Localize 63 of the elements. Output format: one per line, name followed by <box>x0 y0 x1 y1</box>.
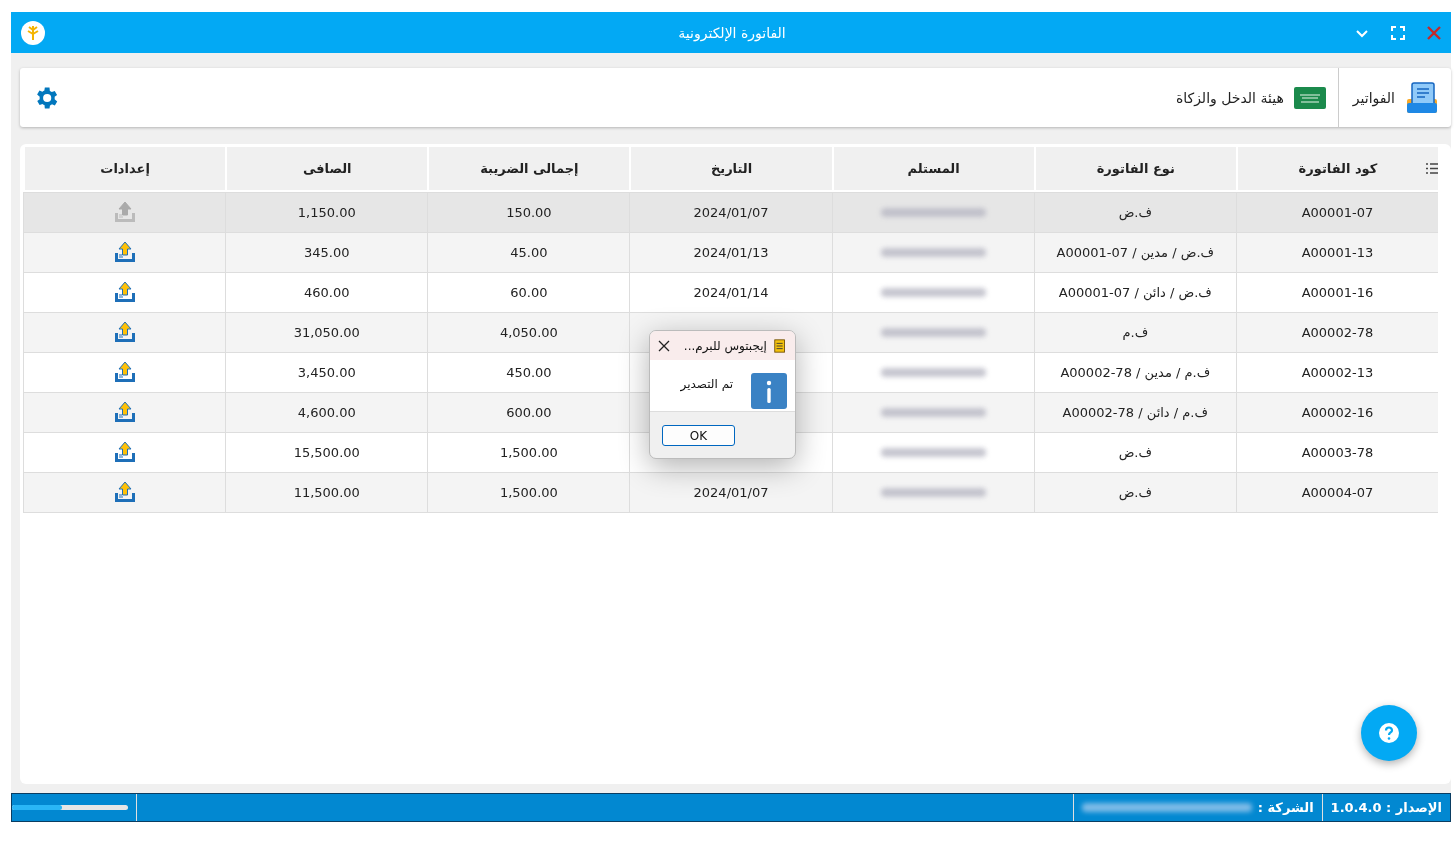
flag-icon <box>1293 86 1326 109</box>
table-cell: 1,500.00 <box>427 472 630 512</box>
table-cell: 45.00 <box>427 232 630 272</box>
table-cell: 150.00 <box>427 192 630 232</box>
table-cell: A00002-13 <box>1235 352 1438 392</box>
close-icon <box>657 339 670 352</box>
table-cell: ف.ض <box>1033 472 1236 512</box>
help-icon <box>1378 722 1400 744</box>
column-header[interactable]: إعدادات <box>23 147 226 192</box>
company-label: الشركة : <box>1072 794 1322 821</box>
table-cell: 2024/01/14 <box>629 272 832 312</box>
app-logo <box>21 20 45 45</box>
close-icon <box>1426 24 1442 41</box>
column-menu-icon[interactable] <box>1426 163 1438 174</box>
maximize-button[interactable] <box>1389 23 1407 42</box>
column-header[interactable]: المستلم <box>831 147 1034 192</box>
dialog-message: تم التصدير <box>680 377 733 391</box>
table-cell: ف.ض <box>1033 432 1236 472</box>
table-cell: A00001-07 <box>1235 192 1438 232</box>
ok-button[interactable]: OK <box>662 425 735 446</box>
table-cell: 31,050.00 <box>225 312 428 352</box>
table-cell: 600.00 <box>427 392 630 432</box>
window-title: الفاتورة الإلكترونية <box>677 24 787 41</box>
column-header[interactable]: نوع الفاتورة <box>1033 147 1236 192</box>
nav-item[interactable]: هيئة الدخل والزكاة <box>1161 68 1338 127</box>
table-cell: A00001-16 <box>1235 272 1438 312</box>
nav-item[interactable]: الفواتير <box>1337 68 1451 127</box>
table-cell: 60.00 <box>427 272 630 312</box>
table-cell: 2024/01/07 <box>629 192 832 232</box>
table-cell: 3,450.00 <box>225 352 428 392</box>
table-cell: A00002-78 <box>1235 312 1438 352</box>
table-cell: 460.00 <box>225 272 428 312</box>
table-cell: 450.00 <box>427 352 630 392</box>
table-cell: ف.م / مدين / A00002-78 <box>1033 352 1236 392</box>
column-header[interactable]: الصافى <box>225 147 428 192</box>
table-cell: 4,600.00 <box>225 392 428 432</box>
table-cell: A00004-07 <box>1235 472 1438 512</box>
table-cell: ف.م <box>1033 312 1236 352</box>
column-header[interactable]: التاريخ <box>629 147 832 192</box>
table-cell: 11,500.00 <box>225 472 428 512</box>
table-cell: 1,500.00 <box>427 432 630 472</box>
table-cell: 2024/01/07 <box>629 472 832 512</box>
table-cell: 4,050.00 <box>427 312 630 352</box>
invoice-icon <box>1405 80 1439 115</box>
table-cell: ف.م / دائن / A00002-78 <box>1033 392 1236 432</box>
table-cell: 15,500.00 <box>225 432 428 472</box>
table-cell: A00002-16 <box>1235 392 1438 432</box>
table-cell: ف.ض / دائن / A00001-07 <box>1033 272 1236 312</box>
app-icon <box>772 337 787 354</box>
info-icon <box>751 373 787 409</box>
table-cell: A00003-78 <box>1235 432 1438 472</box>
table-cell: 2024/01/13 <box>629 232 832 272</box>
table-cell: 1,150.00 <box>225 192 428 232</box>
column-header[interactable]: كود الفاتورة <box>1235 147 1438 192</box>
version-label: الإصدار : 1.0.4.0 <box>1321 794 1450 821</box>
table-cell: ف.ض <box>1033 192 1236 232</box>
dialog-title: إيجبتوس للبرم... <box>683 338 767 353</box>
column-header[interactable]: إجمالى الضريبة <box>427 147 630 192</box>
help-button[interactable] <box>1361 705 1417 761</box>
table-cell: A00001-13 <box>1235 232 1438 272</box>
table-cell: 345.00 <box>225 232 428 272</box>
table-cell: ف.ض / مدين / A00001-07 <box>1033 232 1236 272</box>
maximize-icon <box>1391 25 1405 40</box>
